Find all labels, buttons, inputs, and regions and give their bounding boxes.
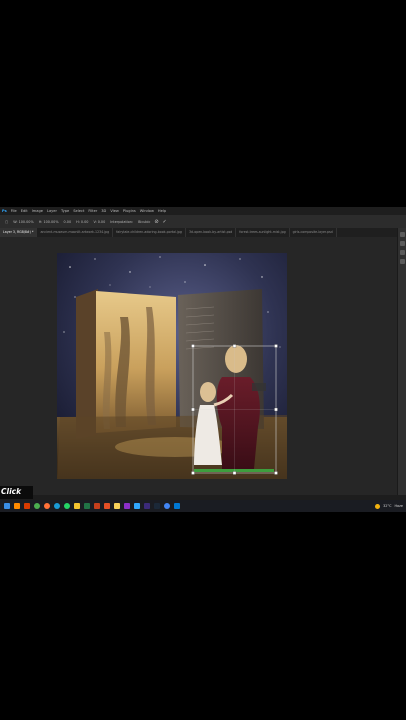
transform-tooltip: [252, 383, 266, 391]
panel-icon[interactable]: [400, 232, 405, 237]
composite-artwork: [57, 253, 287, 479]
transform-handle-top-left[interactable]: [191, 344, 195, 348]
sticky-notes-icon[interactable]: [114, 503, 120, 509]
cancel-icon[interactable]: ⊘: [154, 219, 158, 225]
panel-icon[interactable]: [400, 259, 405, 264]
menu-bar: Ps File Edit Image Layer Type Select Fil…: [0, 207, 406, 215]
transform-handle-bottom-left[interactable]: [191, 471, 195, 475]
younger-girl-hair: [200, 382, 216, 402]
interpolation-label: Interpolation:: [110, 219, 134, 224]
tab-document[interactable]: girls-composite-layer.psd: [290, 228, 337, 237]
book-left-cover: [76, 289, 98, 439]
tab-document[interactable]: ancient-museum-moonlit-artwork-1234.jpg: [37, 228, 114, 237]
excel-icon[interactable]: [84, 503, 90, 509]
checkmark-icon[interactable]: ✓: [163, 219, 167, 225]
powerpoint-icon[interactable]: [94, 503, 100, 509]
tab-document[interactable]: 3d-open-book-by-artist.psd: [186, 228, 237, 237]
menu-file[interactable]: File: [11, 207, 17, 215]
document-canvas[interactable]: [0, 237, 397, 495]
chrome-icon[interactable]: [34, 503, 40, 509]
caption-text: Click: [1, 487, 22, 496]
sun-icon: [375, 503, 381, 509]
menu-type[interactable]: Type: [61, 207, 69, 215]
transform-handle-bottom[interactable]: [232, 471, 237, 475]
transform-handle-top[interactable]: [232, 344, 237, 348]
document-tabs: Layer 3, RGB/8#) * ancient-museum-moonli…: [0, 228, 406, 237]
transform-handle-bottom-right[interactable]: [274, 471, 278, 475]
weather-condition[interactable]: Haze: [395, 504, 404, 508]
photoshop-logo: Ps: [2, 209, 7, 213]
file-explorer-icon[interactable]: [74, 503, 80, 509]
transform-handle-left[interactable]: [191, 407, 195, 412]
width-field[interactable]: W: 100.00%: [13, 220, 33, 224]
windows-icon[interactable]: [4, 503, 10, 509]
after-effects-icon[interactable]: [144, 503, 150, 509]
menu-layer[interactable]: Layer: [47, 207, 57, 215]
skew-h-field[interactable]: H: 0.00: [76, 220, 88, 224]
interpolation-select[interactable]: Bicubic: [138, 220, 150, 224]
transform-tool-icon[interactable]: ▢: [5, 220, 8, 224]
app-icon-2[interactable]: [124, 503, 130, 509]
tab-document[interactable]: forest-trees-sunlight-mist.jpg: [236, 228, 290, 237]
right-panel-strip: [397, 228, 406, 495]
steam-icon[interactable]: [154, 503, 160, 509]
photoshop-window: Ps File Edit Image Layer Type Select Fil…: [0, 207, 406, 512]
panel-icon[interactable]: [400, 250, 405, 255]
photoshop-icon[interactable]: [134, 503, 140, 509]
menu-plugins[interactable]: Plugins: [123, 207, 136, 215]
menu-filter[interactable]: Filter: [88, 207, 97, 215]
firefox-icon[interactable]: [44, 503, 50, 509]
skew-v-field[interactable]: V: 0.00: [93, 220, 105, 224]
menu-view[interactable]: View: [110, 207, 119, 215]
chrome-icon-2[interactable]: [164, 503, 170, 509]
vlc-icon[interactable]: [14, 503, 20, 509]
height-field[interactable]: H: 100.00%: [39, 220, 59, 224]
panel-icon[interactable]: [400, 241, 405, 246]
whatsapp-icon[interactable]: [64, 503, 70, 509]
tab-active-document[interactable]: Layer 3, RGB/8#) *: [0, 228, 38, 237]
edge-icon[interactable]: [54, 503, 60, 509]
app-icon[interactable]: [104, 503, 110, 509]
office-icon[interactable]: [24, 503, 30, 509]
click-caption: Click: [0, 486, 33, 499]
rotate-field[interactable]: 0.00: [64, 220, 72, 224]
transform-handle-right[interactable]: [274, 407, 278, 412]
canvas-area[interactable]: [0, 237, 397, 495]
photos-icon[interactable]: [174, 503, 180, 509]
transform-handle-top-right[interactable]: [274, 344, 278, 348]
tab-document[interactable]: fairytale-children-adoring-book-portal.j…: [113, 228, 186, 237]
system-tray: 32°C Haze: [372, 500, 403, 512]
menu-select[interactable]: Select: [73, 207, 84, 215]
windows-taskbar: 32°C Haze: [0, 500, 406, 512]
older-girl-hair: [225, 345, 247, 373]
weather-temperature[interactable]: 32°C: [383, 504, 391, 508]
menu-3d[interactable]: 3D: [101, 207, 106, 215]
options-bar: ▢ W: 100.00% H: 100.00% 0.00 H: 0.00 V: …: [0, 215, 406, 229]
menu-edit[interactable]: Edit: [21, 207, 28, 215]
menu-window[interactable]: Window: [140, 207, 154, 215]
menu-image[interactable]: Image: [32, 207, 43, 215]
menu-help[interactable]: Help: [158, 207, 166, 215]
